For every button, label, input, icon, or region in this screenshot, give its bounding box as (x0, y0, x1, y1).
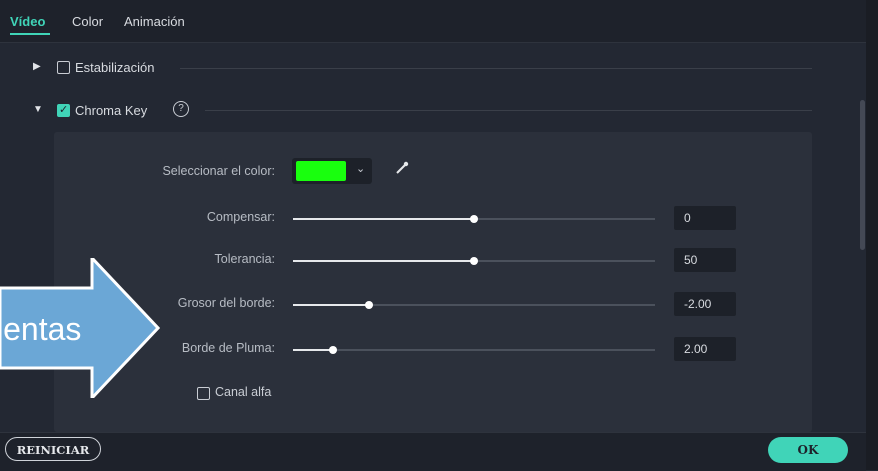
slider-label: Grosor del borde: (177, 296, 275, 310)
stabilization-checkbox[interactable] (57, 61, 70, 74)
slider-thumb[interactable] (365, 301, 373, 309)
eyedropper-icon[interactable] (394, 160, 410, 176)
section-divider (180, 68, 812, 69)
slider-value-input[interactable]: -2.00 (674, 292, 736, 316)
active-tab-indicator (10, 33, 50, 35)
reset-button[interactable]: REINICIAR (5, 437, 101, 461)
stabilization-label: Estabilización (75, 60, 155, 75)
tab-color[interactable]: Color (72, 14, 103, 29)
slider-label: Tolerancia: (214, 252, 275, 266)
ok-button[interactable]: OK (768, 437, 848, 463)
color-swatch[interactable] (296, 161, 346, 181)
help-icon[interactable]: ? (173, 101, 189, 117)
tab-video[interactable]: Vídeo (10, 14, 45, 29)
collapse-triangle-icon[interactable]: ▼ (33, 104, 43, 115)
slider-thumb[interactable] (470, 257, 478, 265)
slider-value-input[interactable]: 0 (674, 206, 736, 230)
slider-track[interactable] (293, 349, 655, 351)
checkmark-icon: ✓ (59, 104, 69, 116)
section-divider (205, 110, 812, 111)
select-color-label: Seleccionar el color: (162, 164, 275, 178)
vertical-scrollbar[interactable] (860, 100, 865, 250)
slider-value-input[interactable]: 2.00 (674, 337, 736, 361)
slider-thumb[interactable] (470, 215, 478, 223)
expand-triangle-icon[interactable]: ▶ (33, 61, 41, 72)
slider-label: Borde de Pluma: (181, 341, 275, 355)
slider-value-input[interactable]: 50 (674, 248, 736, 272)
slider-fill (293, 304, 369, 306)
alpha-channel-checkbox[interactable] (197, 387, 210, 400)
slider-label: Compensar: (206, 210, 275, 224)
chroma-key-label: Chroma Key (75, 103, 148, 118)
window-edge (866, 0, 878, 470)
slider-fill (293, 260, 474, 262)
alpha-channel-label: Canal alfa (215, 385, 272, 399)
footer-bar (0, 432, 866, 471)
overlay-text: ientas (0, 311, 82, 347)
slider-thumb[interactable] (329, 346, 337, 354)
slider-fill (293, 218, 474, 220)
tab-bar: Vídeo Color Animación (0, 0, 878, 43)
chroma-key-checkbox[interactable]: ✓ (57, 104, 70, 117)
chevron-down-icon[interactable]: ⌄ (356, 162, 365, 175)
tab-animation[interactable]: Animación (124, 14, 185, 29)
slider-fill (293, 349, 333, 351)
